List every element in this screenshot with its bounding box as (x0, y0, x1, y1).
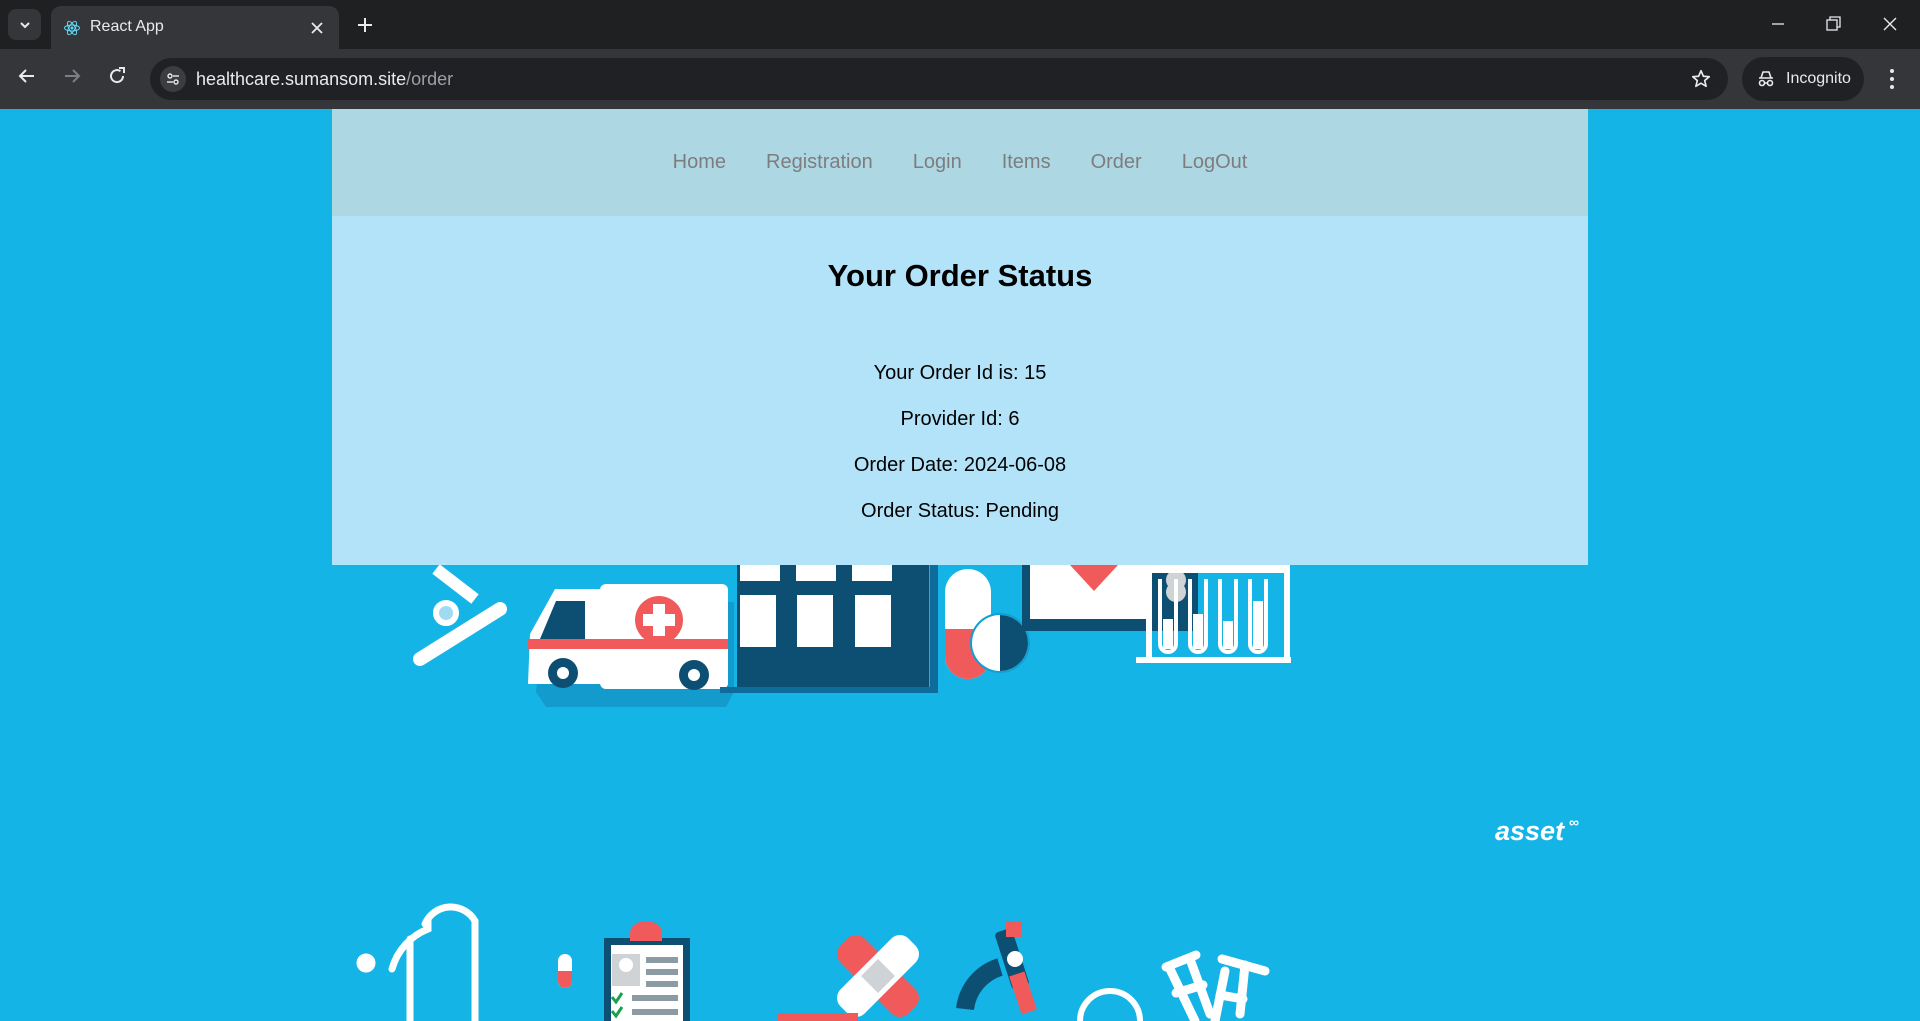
order-status-text: Order Status: Pending (861, 500, 1059, 522)
hospital-building-icon (720, 565, 938, 693)
order-status-card: Your Order Status Your Order Id is: 15 P… (332, 216, 1588, 565)
microscope-bottom-icon (956, 921, 1143, 1021)
crutches-icon (1161, 950, 1270, 1021)
minimize-icon[interactable] (1768, 14, 1788, 34)
close-icon[interactable] (309, 20, 325, 36)
page-viewport: asset ∞ Home Registration Login Items Or… (0, 109, 1920, 1021)
nav-link-logout[interactable]: LogOut (1182, 151, 1248, 174)
nav-link-registration[interactable]: Registration (766, 151, 873, 174)
site-info-button[interactable] (160, 66, 186, 92)
ambulance-icon (528, 584, 734, 707)
tab-title: React App (90, 18, 164, 35)
incognito-badge[interactable]: Incognito (1742, 57, 1864, 101)
browser-toolbar: healthcare.sumansom.site/order Incognito (0, 49, 1920, 109)
tab-search-button[interactable] (8, 9, 41, 40)
capsule-pill-icon (945, 569, 1030, 679)
incognito-icon (1758, 71, 1774, 87)
nav-link-home[interactable]: Home (673, 151, 726, 174)
restore-icon[interactable] (1823, 14, 1843, 34)
bookmark-star-icon[interactable] (1690, 68, 1712, 90)
forward-arrow-icon[interactable] (60, 64, 84, 88)
browser-tab-bar: React App (0, 0, 1920, 49)
page-title: Your Order Status (827, 258, 1093, 293)
url-text: healthcare.sumansom.site/order (196, 69, 453, 90)
order-id-text: Your Order Id is: 15 (873, 362, 1047, 384)
window-close-icon[interactable] (1880, 14, 1900, 34)
nav-link-items[interactable]: Items (1002, 151, 1051, 174)
browser-tab[interactable]: React App (51, 6, 339, 49)
incognito-label: Incognito (1786, 70, 1851, 87)
reload-icon[interactable] (105, 64, 129, 88)
order-date-text: Order Date: 2024-06-08 (853, 454, 1067, 476)
new-tab-plus-icon[interactable] (353, 13, 377, 37)
test-tube-rack-icon (1136, 565, 1291, 663)
tune-icon (167, 73, 179, 85)
clipboard-icon (604, 921, 690, 1021)
nav-link-login[interactable]: Login (913, 151, 962, 174)
watermark-logo: asset (1495, 816, 1565, 846)
chevron-down-icon (19, 21, 30, 28)
url-path: /order (406, 69, 454, 89)
address-bar[interactable]: healthcare.sumansom.site/order (150, 58, 1728, 100)
provider-id-text: Provider Id: 6 (900, 408, 1020, 430)
svg-text:∞: ∞ (1569, 814, 1579, 830)
url-host: healthcare.sumansom.site (196, 69, 407, 89)
small-pill-icon (558, 954, 572, 988)
bandage-icon (778, 935, 919, 1021)
stethoscope-icon (356, 903, 479, 1021)
nav-link-order[interactable]: Order (1091, 151, 1142, 174)
back-arrow-icon[interactable] (15, 64, 39, 88)
react-logo-icon (64, 20, 80, 36)
more-vertical-icon[interactable] (1880, 66, 1904, 92)
main-navbar: Home Registration Login Items Order LogO… (332, 109, 1588, 216)
